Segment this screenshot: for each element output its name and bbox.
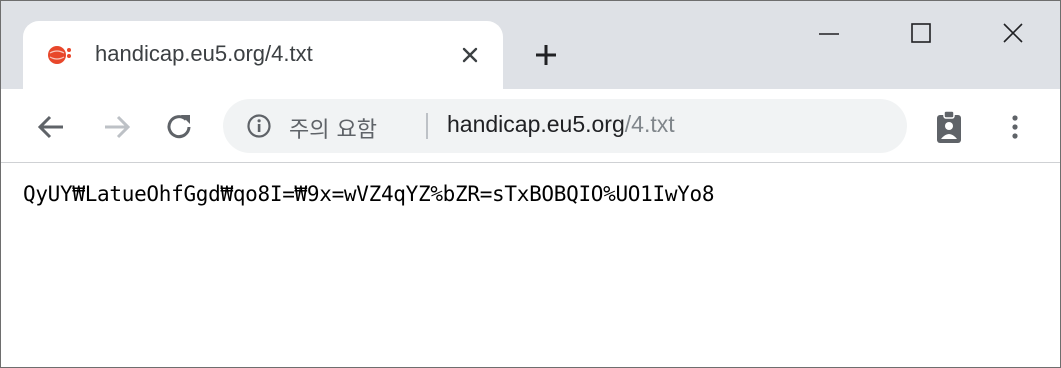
maximize-icon[interactable] [897, 11, 945, 55]
tab-close-icon[interactable] [459, 44, 481, 66]
reload-icon[interactable] [161, 109, 197, 145]
back-arrow-icon[interactable] [33, 109, 69, 145]
more-menu-icon[interactable] [1001, 109, 1029, 145]
address-bar[interactable]: 주의 요함 handicap.eu5.org/4.txt [223, 99, 907, 153]
url-host: handicap.eu5.org [447, 111, 625, 137]
tab-title: handicap.eu5.org/4.txt [95, 41, 313, 66]
url-path: /4.txt [624, 111, 675, 137]
browser-window: handicap.eu5.org/4.txt 주의 요함 handicap.eu… [0, 0, 1061, 368]
red-globe-favicon-icon [48, 46, 71, 64]
page-content: QyUY₩LatueOhfGgd₩qo8I=₩9x=wVZ4qYZ%bZR=sT… [1, 163, 1060, 367]
toolbar: 주의 요함 handicap.eu5.org/4.txt [1, 89, 1060, 163]
new-tab-plus-icon[interactable] [532, 41, 560, 69]
tab-strip: handicap.eu5.org/4.txt [1, 1, 1060, 89]
close-icon[interactable] [989, 11, 1037, 55]
forward-arrow-icon[interactable] [99, 109, 135, 145]
info-icon[interactable] [245, 112, 273, 140]
url-text[interactable]: handicap.eu5.org/4.txt [447, 111, 675, 138]
page-text: QyUY₩LatueOhfGgd₩qo8I=₩9x=wVZ4qYZ%bZR=sT… [23, 182, 715, 206]
active-tab[interactable]: handicap.eu5.org/4.txt [23, 21, 503, 89]
security-label[interactable]: 주의 요함 [289, 112, 377, 144]
address-divider [426, 113, 428, 139]
minimize-icon[interactable] [805, 11, 853, 55]
clipboard-extension-icon[interactable] [931, 109, 967, 145]
